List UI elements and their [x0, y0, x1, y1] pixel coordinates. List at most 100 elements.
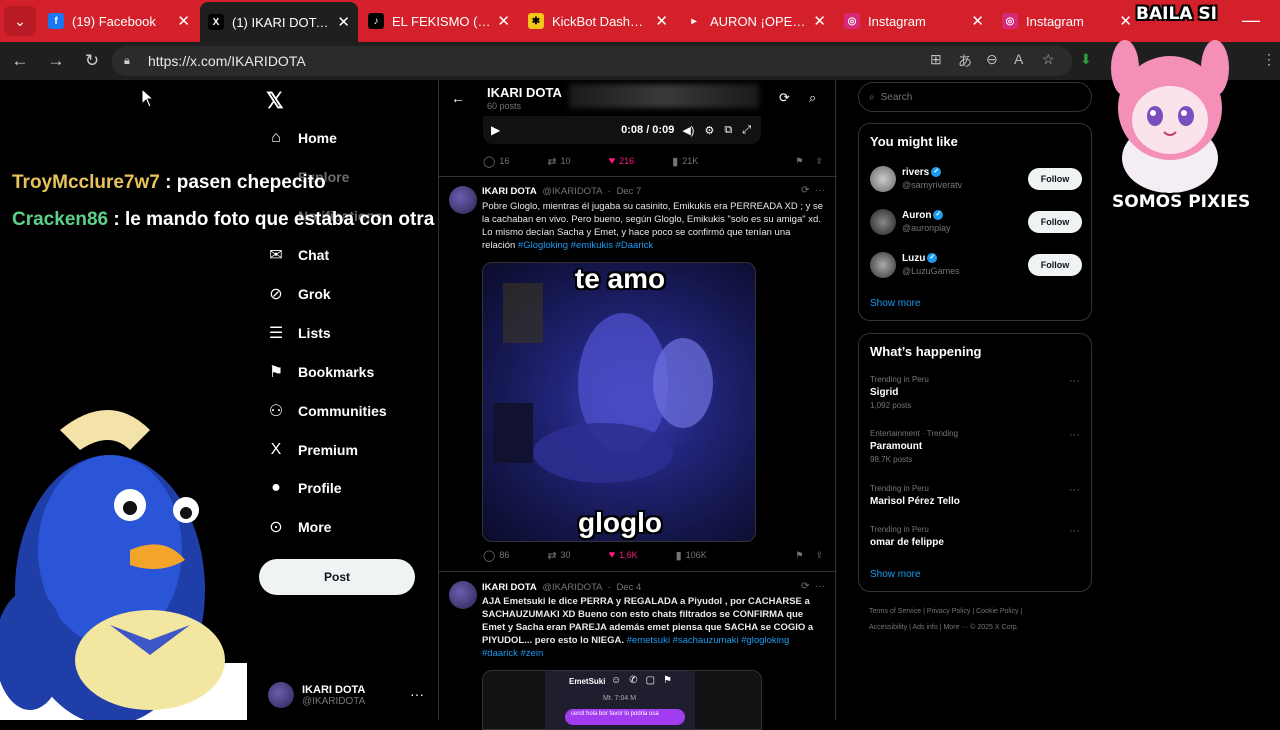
pip-icon[interactable]: ⧉	[724, 124, 732, 137]
address-bar[interactable]: 🔒︎ https://x.com/IKARIDOTA	[112, 46, 1072, 76]
avatar[interactable]	[449, 581, 477, 609]
tweet-text: Pobre Gloglo, mientras él jugaba su casi…	[482, 201, 824, 251]
volume-icon[interactable]: ◀)	[682, 124, 694, 137]
minimize-window-icon[interactable]: —	[1242, 10, 1260, 31]
fullscreen-icon[interactable]: ⤢	[742, 124, 751, 137]
settings-gear-icon[interactable]: ⚙	[704, 124, 714, 137]
follow-button[interactable]: Follow	[1028, 211, 1082, 233]
search-box[interactable]: ⌕	[858, 82, 1092, 112]
zoom-icon[interactable]: ⊖	[986, 51, 998, 68]
suggestion-row[interactable]: Auron ✓ @auronplay Follow	[870, 207, 1082, 237]
show-more-link[interactable]: Show more	[870, 569, 921, 580]
reload-icon[interactable]: ↻	[81, 50, 103, 72]
trend-item[interactable]: Entertainment · Trending Paramount 98.7K…	[870, 429, 1082, 469]
overlay-text-bottom: SOMOS PIXIES	[1112, 192, 1251, 212]
tab-menu-chevron-icon[interactable]: ⌄	[4, 6, 36, 36]
tweet-image-chat-screenshot[interactable]: EmetSuki ☺✆▢⚑ Mt. 7:04 M cerot hola bor …	[482, 670, 762, 730]
nav-home[interactable]: ⌂ Home	[266, 123, 337, 153]
nav-profile[interactable]: ● Profile	[266, 473, 341, 503]
close-tab-icon[interactable]: ✕	[655, 12, 668, 30]
instagram-icon: ◎	[844, 13, 860, 29]
play-icon[interactable]: ▶	[491, 123, 500, 137]
read-aloud-icon[interactable]: A	[1014, 51, 1023, 67]
footer-links[interactable]: Accessibility | Ads info | More ··· © 20…	[869, 624, 1099, 631]
tab-kickbot[interactable]: ✱ KickBot Dashboard ✕	[520, 4, 676, 38]
trend-item[interactable]: Trending in Peru Marisol Pérez Tello ···	[870, 484, 1082, 524]
tab-auron[interactable]: ▸ AURON ¡OPERADO ✕	[678, 4, 834, 38]
close-tab-icon[interactable]: ✕	[813, 12, 826, 30]
tweet-menu[interactable]: ⟳ ···	[801, 581, 825, 592]
translate-icon[interactable]: あ	[958, 51, 972, 71]
nav-premium[interactable]: X Premium	[266, 435, 358, 465]
search-icon[interactable]: ⌕	[809, 90, 816, 106]
nav-chat[interactable]: ✉ Chat	[266, 240, 329, 270]
repost-button[interactable]: ⇄ 30	[547, 549, 570, 562]
tweet-image[interactable]: te amo gloglo	[482, 262, 756, 542]
share-icon[interactable]: ⇪	[815, 550, 823, 561]
apps-icon[interactable]: ⊞	[930, 51, 942, 68]
more-options-icon[interactable]: ···	[1069, 375, 1080, 387]
tab-facebook[interactable]: f (19) Facebook ✕	[40, 4, 198, 38]
bookmark-icon[interactable]: ⚑	[795, 156, 803, 167]
person-icon: ●	[271, 479, 281, 496]
reply-button[interactable]: ◯ 86	[483, 549, 509, 562]
like-button[interactable]: ♥ 1.6K	[609, 549, 638, 561]
browser-menu-icon[interactable]: ⋮	[1262, 51, 1276, 68]
more-options-icon[interactable]: ···	[1069, 429, 1080, 441]
more-options-icon[interactable]: ···	[1069, 484, 1080, 496]
forward-arrow-icon[interactable]: →	[45, 50, 67, 72]
suggestion-row[interactable]: Luzu ✓ @LuzuGames Follow	[870, 250, 1082, 280]
footer-links[interactable]: Terms of Service | Privacy Policy | Cook…	[869, 608, 1099, 615]
home-icon: ⌂	[271, 129, 281, 146]
browser-toolbar: ← → ↻ 🔒︎ https://x.com/IKARIDOTA ⊞ あ ⊖ A…	[0, 42, 1280, 80]
close-tab-icon[interactable]: ✕	[337, 13, 350, 31]
facebook-icon: f	[48, 13, 64, 29]
like-button[interactable]: ♥ 216	[609, 155, 635, 167]
avatar[interactable]	[449, 186, 477, 214]
close-tab-icon[interactable]: ✕	[177, 12, 190, 30]
search-input[interactable]	[880, 91, 1071, 103]
tab-ikari-dota[interactable]: X (1) IKARI DOTA (@I ✕	[200, 2, 358, 42]
nav-bookmarks[interactable]: ⚑ Bookmarks	[266, 357, 374, 387]
verified-badge-icon: ✓	[931, 167, 942, 178]
nav-more[interactable]: ⊙ More	[266, 512, 331, 542]
tweet-actions: ◯ 86 ⇄ 30 ♥ 1.6K ▮ 106K ⚑ ⇪	[483, 547, 823, 563]
account-switcher[interactable]: IKARI DOTA @IKARIDOTA ···	[268, 680, 428, 710]
profile-header: ← IKARI DOTA 60 posts ⟳ ⌕	[439, 80, 837, 116]
trend-item[interactable]: Trending in Peru omar de felippe ···	[870, 525, 1082, 565]
back-arrow-icon[interactable]: ←	[9, 50, 31, 72]
list-icon: ☰	[268, 325, 284, 342]
post-count: 60 posts	[487, 101, 522, 111]
favorite-star-icon[interactable]: ☆	[1042, 51, 1055, 68]
follow-button[interactable]: Follow	[1028, 168, 1082, 190]
tweet-menu[interactable]: ⟳ ···	[801, 185, 825, 196]
more-options-icon[interactable]: ···	[410, 686, 424, 702]
reply-button[interactable]: ◯ 16	[483, 155, 509, 168]
post-button[interactable]: Post	[259, 559, 415, 595]
back-arrow-icon[interactable]: ←	[451, 90, 465, 106]
chart-icon: ▮	[675, 549, 682, 562]
share-icon[interactable]: ⇪	[815, 156, 823, 167]
nav-grok[interactable]: ⊘ Grok	[266, 279, 330, 309]
tweet-actions: ◯ 16 ⇄ 10 ♥ 216 ▮ 21K ⚑ ⇪	[483, 153, 823, 169]
nav-lists[interactable]: ☰ Lists	[266, 318, 331, 348]
close-tab-icon[interactable]: ✕	[497, 12, 510, 30]
nav-communities[interactable]: ⚇ Communities	[266, 396, 387, 426]
follow-button[interactable]: Follow	[1028, 254, 1082, 276]
bookmark-icon[interactable]: ⚑	[795, 550, 803, 561]
refresh-icon[interactable]: ⟳	[779, 90, 790, 106]
repost-button[interactable]: ⇄ 10	[547, 155, 570, 168]
chat-bubble: cerot hola bor favor lo podria usa	[565, 709, 685, 725]
divider	[439, 176, 837, 177]
x-logo-icon[interactable]: 𝕏	[266, 88, 284, 114]
tab-instagram-1[interactable]: ◎ Instagram ✕	[836, 4, 992, 38]
tab-el-fekismo[interactable]: ♪ EL FEKISMO (@fek ✕	[360, 4, 518, 38]
more-options-icon[interactable]: ···	[1069, 525, 1080, 537]
trend-item[interactable]: Trending in Peru Sigrid 1,092 posts ···	[870, 375, 1082, 415]
suggestion-row[interactable]: rivers ✓ @samyriveratv Follow	[870, 164, 1082, 194]
download-icon[interactable]: ⬇	[1080, 51, 1092, 68]
views-button[interactable]: ▮ 106K	[676, 549, 707, 562]
show-more-link[interactable]: Show more	[870, 298, 921, 309]
close-tab-icon[interactable]: ✕	[971, 12, 984, 30]
views-button[interactable]: ▮ 21K	[672, 155, 698, 168]
